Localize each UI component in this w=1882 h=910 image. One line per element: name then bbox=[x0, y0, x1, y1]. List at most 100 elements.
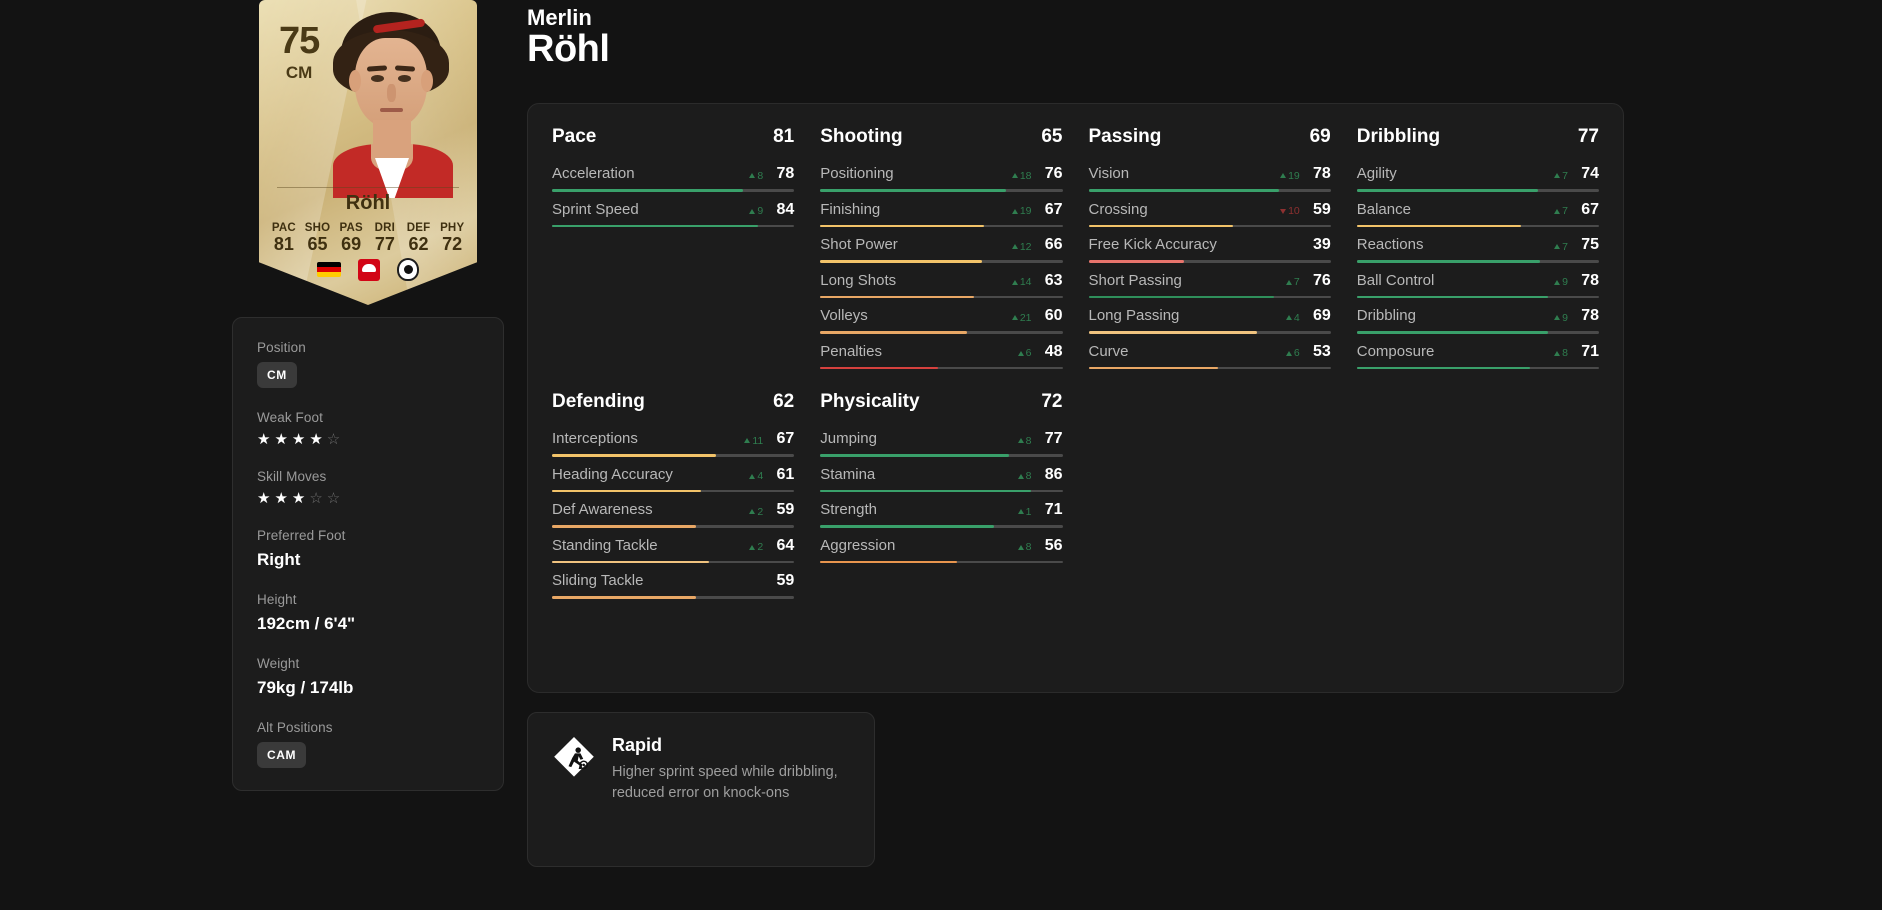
attribute-row: Reactions 7 75 bbox=[1356, 227, 1599, 263]
attribute-row-line: Agility 7 74 bbox=[1357, 165, 1599, 183]
card-face-stat: PAC 81 bbox=[267, 222, 301, 254]
attribute-column-header: Dribbling 77 bbox=[1357, 126, 1599, 148]
portrait-eye-left bbox=[371, 75, 384, 82]
arrow-up-icon bbox=[1017, 509, 1024, 514]
attribute-value: 59 bbox=[776, 572, 795, 589]
info-alt-positions-label: Alt Positions bbox=[257, 720, 333, 735]
arrow-up-icon bbox=[1554, 279, 1561, 285]
attribute-delta: 2 bbox=[749, 541, 763, 553]
attribute-value: 63 bbox=[1044, 271, 1063, 289]
attribute-bar-track bbox=[1356, 366, 1599, 369]
attribute-column-header: Physicality 72 bbox=[820, 391, 1062, 413]
portrait-nose bbox=[387, 84, 396, 102]
card-face-stat-value: 62 bbox=[408, 234, 429, 255]
player-item-card[interactable]: 75 CM Röhl PAC 81 SHO 65 PAS 69 DRI 77 D… bbox=[259, 0, 477, 305]
alt-position-chip[interactable]: CAM bbox=[257, 742, 307, 768]
attribute-value: 48 bbox=[1044, 342, 1063, 360]
attribute-bar-track bbox=[1356, 224, 1599, 227]
attribute-row-line: Interceptions 11 67 bbox=[552, 430, 794, 448]
info-weight-label: Weight bbox=[257, 656, 300, 671]
germany-flag-icon bbox=[317, 262, 341, 277]
attribute-row-line: Aggression 8 56 bbox=[820, 537, 1062, 555]
attribute-bar-fill bbox=[1356, 295, 1548, 298]
card-face-stat-label: PHY bbox=[440, 222, 465, 234]
attribute-name: Stamina bbox=[820, 465, 876, 483]
attribute-value-group: 1 71 bbox=[1017, 501, 1063, 519]
attribute-bar-track bbox=[552, 454, 795, 457]
attribute-value-group: 7 75 bbox=[1554, 236, 1599, 254]
info-height-label: Height bbox=[257, 592, 297, 607]
card-face-stat-value: 81 bbox=[273, 234, 294, 255]
info-weak-foot-label: Weak Foot bbox=[257, 410, 323, 425]
attribute-bar-fill bbox=[820, 489, 1031, 492]
arrow-up-icon bbox=[1554, 350, 1561, 356]
position-chip[interactable]: CM bbox=[257, 362, 297, 388]
attribute-name: Sliding Tackle bbox=[552, 572, 644, 589]
playstyle-card[interactable]: Rapid Higher sprint speed while dribblin… bbox=[527, 712, 875, 867]
card-face-stat: SHO 65 bbox=[301, 222, 335, 254]
attribute-bar-fill bbox=[820, 454, 1009, 457]
attribute-row-line: Free Kick Accuracy 39 bbox=[1089, 236, 1331, 254]
attribute-delta: 8 bbox=[1554, 347, 1568, 359]
attribute-delta: 2 bbox=[749, 506, 763, 518]
attribute-bar-fill bbox=[1088, 331, 1258, 334]
attribute-bar-track bbox=[1356, 260, 1599, 263]
attribute-value-group: 6 48 bbox=[1017, 342, 1063, 361]
arrow-up-icon bbox=[1554, 315, 1561, 320]
attribute-row: Heading Accuracy 4 61 bbox=[552, 457, 795, 492]
attribute-name: Strength bbox=[820, 501, 877, 518]
attribute-bar-track bbox=[820, 224, 1063, 227]
attribute-row-line: Composure 8 71 bbox=[1357, 343, 1599, 361]
attribute-bar-fill bbox=[1356, 260, 1541, 263]
attribute-row: Interceptions 11 67 bbox=[552, 421, 795, 457]
attribute-name: Short Passing bbox=[1088, 271, 1182, 289]
attribute-bar-fill bbox=[552, 525, 697, 528]
attribute-bar-track bbox=[820, 489, 1063, 492]
attribute-delta-value: 9 bbox=[1562, 276, 1568, 288]
attribute-delta-value: 7 bbox=[1562, 205, 1568, 217]
attribute-delta-value: 8 bbox=[1025, 434, 1032, 447]
attribute-bar-track bbox=[1356, 295, 1599, 298]
attribute-value-group: 14 63 bbox=[1011, 271, 1063, 290]
attribute-delta-value: 7 bbox=[1562, 169, 1568, 182]
attribute-value: 86 bbox=[1044, 465, 1063, 483]
attribute-bar-fill bbox=[552, 489, 702, 492]
attribute-name: Ball Control bbox=[1356, 271, 1435, 289]
attribute-bar-track bbox=[552, 596, 795, 599]
card-face-stats: PAC 81 SHO 65 PAS 69 DRI 77 DEF 62 PHY 7… bbox=[267, 222, 469, 254]
attribute-bar-track bbox=[552, 560, 795, 563]
attribute-row-bottom: Defending 62 Interceptions 11 67 Heading Accu… bbox=[552, 391, 1599, 599]
attribute-delta: 9 bbox=[1554, 276, 1568, 288]
attribute-bar-fill bbox=[820, 525, 994, 528]
attribute-bar-track bbox=[1088, 366, 1331, 369]
attribute-delta-value: 18 bbox=[1019, 169, 1032, 182]
card-face-stat-value: 77 bbox=[374, 234, 395, 255]
attribute-delta-value: 9 bbox=[1562, 311, 1568, 324]
attribute-bar-track bbox=[552, 189, 795, 192]
attribute-column-total: 77 bbox=[1577, 126, 1599, 147]
attribute-column-total: 69 bbox=[1309, 126, 1331, 147]
attribute-value-group: 18 76 bbox=[1011, 165, 1063, 183]
left-column: 75 CM Röhl PAC 81 SHO 65 PAS 69 DRI 77 D… bbox=[232, 0, 504, 791]
attribute-delta: 6 bbox=[1285, 347, 1300, 359]
attribute-value-group: 11 67 bbox=[744, 430, 794, 448]
attribute-value: 53 bbox=[1312, 342, 1331, 360]
attribute-row-line: Def Awareness 2 59 bbox=[552, 501, 794, 519]
attribute-name: Curve bbox=[1088, 342, 1129, 360]
attribute-row-line: Reactions 7 75 bbox=[1357, 236, 1599, 254]
attribute-delta: 1 bbox=[1017, 506, 1032, 518]
attribute-delta-value: 7 bbox=[1562, 240, 1568, 253]
attribute-name: Crossing bbox=[1088, 200, 1148, 218]
arrow-up-icon bbox=[744, 438, 751, 443]
card-face-stat-label: PAS bbox=[339, 222, 363, 234]
attribute-value: 76 bbox=[1044, 165, 1063, 182]
attribute-column-total: 62 bbox=[773, 391, 795, 412]
attribute-bar-fill bbox=[552, 454, 716, 457]
attribute-row-line: Dribbling 9 78 bbox=[1357, 307, 1599, 325]
attribute-value: 60 bbox=[1044, 307, 1063, 324]
attribute-row: Dribbling 9 78 bbox=[1356, 298, 1599, 334]
attribute-column-total: 72 bbox=[1041, 391, 1063, 412]
attribute-delta: 7 bbox=[1554, 205, 1568, 217]
attribute-column-title: Pace bbox=[552, 126, 597, 147]
attribute-row-line: Finishing 19 67 bbox=[820, 201, 1062, 219]
